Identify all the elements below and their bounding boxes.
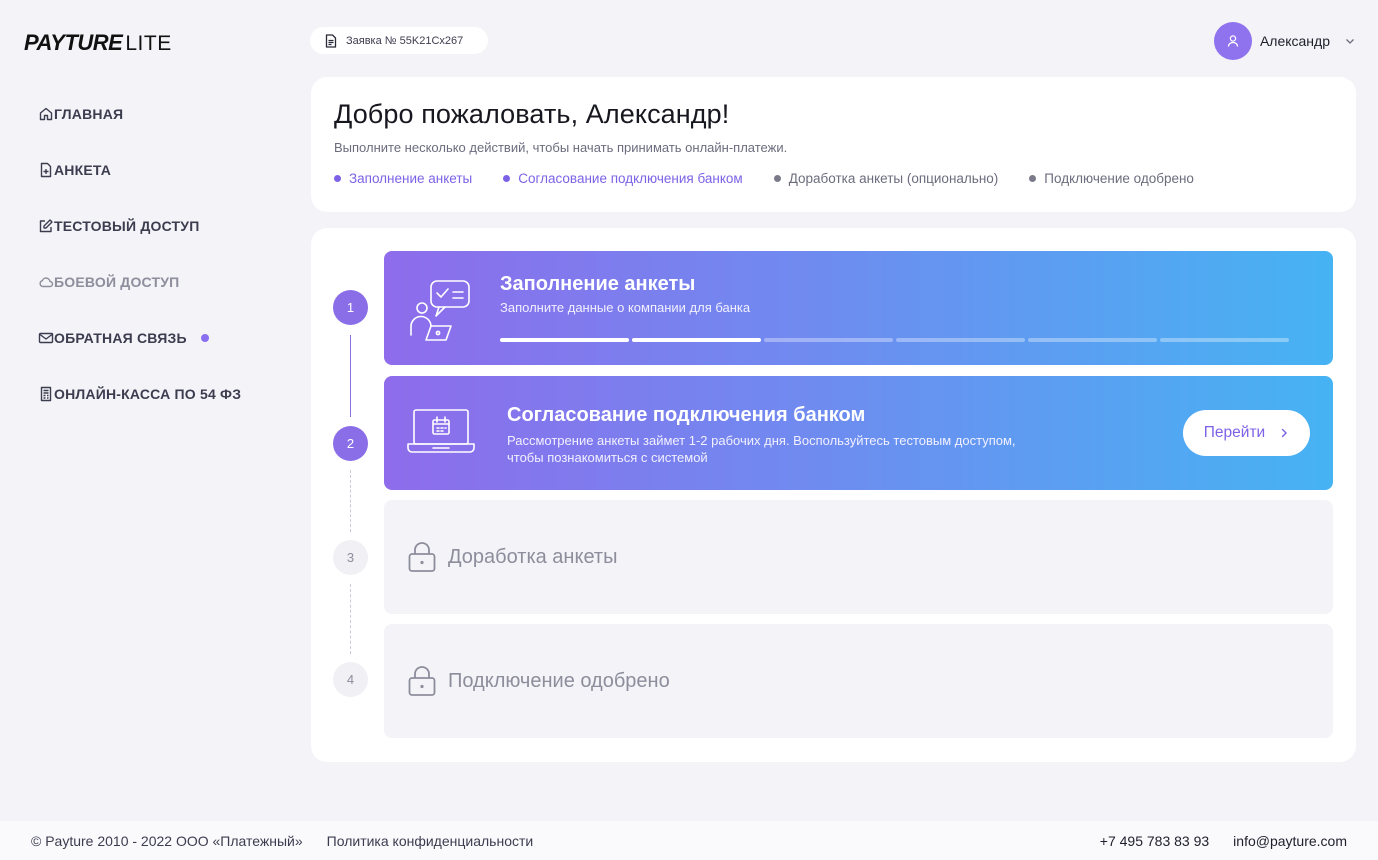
step-card-form-revision: Доработка анкеты <box>384 500 1333 614</box>
logo[interactable]: PAYTURE LITE <box>24 30 172 55</box>
document-plus-icon <box>24 160 54 180</box>
step-description: Рассмотрение анкеты займет 1-2 рабочих д… <box>507 433 1016 465</box>
request-number: Заявка № 55K21Cx267 <box>346 34 464 47</box>
step-description: Заполните данные о компании для банка <box>500 300 751 315</box>
progress-segment <box>632 338 761 342</box>
logo-main: PAYTURE <box>24 30 123 55</box>
chevron-down-icon <box>1346 39 1354 44</box>
step-title: Доработка анкеты <box>448 546 618 568</box>
step-summary-4: Подключение одобрено <box>1029 171 1194 186</box>
go-button-label: Перейти <box>1203 424 1266 441</box>
sidebar: ГЛАВНАЯ АНКЕТА ТЕСТОВЫЙ ДОСТУП БОЕВОЙ ДО… <box>24 86 294 422</box>
chevron-right-icon <box>1282 428 1288 438</box>
timeline-connector <box>350 584 351 654</box>
step-title: Согласование подключения банком <box>507 404 866 426</box>
page-title: Добро пожаловать, Александр! <box>334 99 730 129</box>
notification-dot <box>200 334 209 342</box>
user-menu[interactable]: Александр <box>1213 22 1356 60</box>
user-icon <box>1227 35 1239 47</box>
sidebar-item-label: АНКЕТА <box>54 162 112 178</box>
request-number-chip[interactable]: Заявка № 55K21Cx267 <box>310 27 488 54</box>
home-icon <box>24 104 54 124</box>
edit-icon <box>24 216 54 236</box>
footer: © Payture 2010 - 2022 ООО «Платежный» По… <box>0 821 1378 860</box>
steps-summary: Заполнение анкеты Согласование подключен… <box>334 171 1333 186</box>
cloud-icon <box>24 272 54 292</box>
sidebar-item-live-access[interactable]: БОЕВОЙ ДОСТУП <box>24 254 294 310</box>
sidebar-item-label: БОЕВОЙ ДОСТУП <box>54 274 180 290</box>
sidebar-item-online-kassa[interactable]: ОНЛАЙН-КАССА ПО 54 ФЗ <box>24 366 294 422</box>
privacy-policy-link[interactable]: Политика конфиденциальности <box>327 833 534 849</box>
logo-suffix: LITE <box>125 32 172 55</box>
lock-icon <box>408 542 436 572</box>
mail-icon <box>24 328 54 348</box>
step-title: Подключение одобрено <box>448 670 670 692</box>
step-card-connection-approved: Подключение одобрено <box>384 624 1333 738</box>
page-subtitle: Выполните несколько действий, чтобы нача… <box>334 140 788 155</box>
progress-segment <box>896 338 1025 342</box>
sidebar-item-feedback[interactable]: ОБРАТНАЯ СВЯЗЬ <box>24 310 294 366</box>
timeline-connector <box>350 470 351 532</box>
lock-icon <box>408 666 436 696</box>
sidebar-item-label: ОНЛАЙН-КАССА ПО 54 ФЗ <box>54 386 242 402</box>
phone-link[interactable]: +7 495 783 83 93 <box>1100 833 1209 849</box>
step-number-4: 4 <box>333 662 368 697</box>
sidebar-item-home[interactable]: ГЛАВНАЯ <box>24 86 294 142</box>
step-number-2: 2 <box>333 426 368 461</box>
sidebar-item-label: ТЕСТОВЫЙ ДОСТУП <box>54 218 200 234</box>
go-button[interactable]: Перейти <box>1183 410 1310 456</box>
sidebar-item-label: ОБРАТНАЯ СВЯЗЬ <box>54 330 187 346</box>
sidebar-item-form[interactable]: АНКЕТА <box>24 142 294 198</box>
step-card-fill-form[interactable]: Заполнение анкеты Заполните данные о ком… <box>384 251 1333 365</box>
timeline-connector <box>350 335 351 417</box>
laptop-calendar-icon <box>407 409 475 453</box>
copyright: © Payture 2010 - 2022 ООО «Платежный» <box>31 832 303 849</box>
onboarding-steps-panel: 1 2 3 4 Заполнение анкеты Заполните данн… <box>311 228 1356 762</box>
footer-contacts: +7 495 783 83 93 info@payture.com <box>1076 833 1347 849</box>
user-name: Александр <box>1259 33 1330 49</box>
email-link[interactable]: info@payture.com <box>1233 833 1347 849</box>
step-title: Заполнение анкеты <box>500 273 696 295</box>
receipt-icon <box>24 384 54 404</box>
progress-segment <box>1028 338 1157 342</box>
progress-segment <box>764 338 893 342</box>
sidebar-item-label: ГЛАВНАЯ <box>54 106 124 122</box>
step-number-3: 3 <box>333 540 368 575</box>
welcome-card: Добро пожаловать, Александр! Выполните н… <box>311 77 1356 212</box>
avatar <box>1213 22 1252 60</box>
step-card-bank-approval: Согласование подключения банком Рассмотр… <box>384 376 1333 490</box>
step-summary-1: Заполнение анкеты <box>334 171 472 186</box>
form-progress-bar <box>500 338 1292 342</box>
progress-segment <box>500 338 629 342</box>
questionnaire-illustration-icon <box>410 280 470 341</box>
document-icon <box>325 33 337 48</box>
sidebar-item-test-access[interactable]: ТЕСТОВЫЙ ДОСТУП <box>24 198 294 254</box>
step-number-1: 1 <box>333 290 368 325</box>
progress-segment <box>1160 338 1289 342</box>
step-summary-2: Согласование подключения банком <box>503 171 743 186</box>
step-summary-3: Доработка анкеты (опционально) <box>773 171 998 186</box>
